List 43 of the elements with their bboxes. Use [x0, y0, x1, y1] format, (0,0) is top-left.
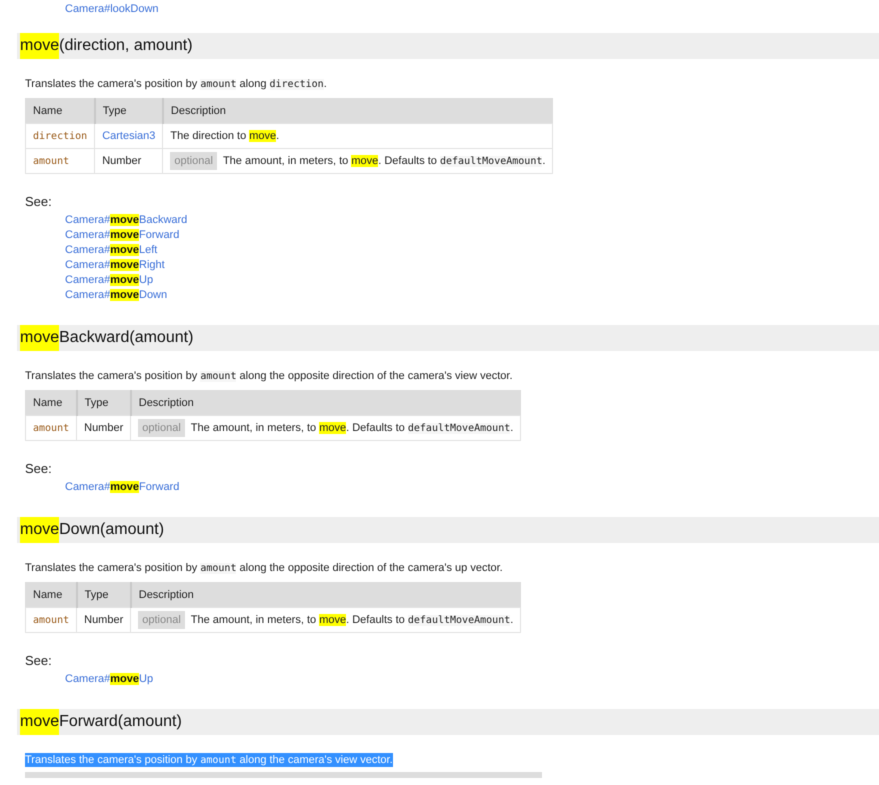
method-heading: moveForward(amount): [17, 709, 879, 735]
param-name: direction: [26, 124, 95, 148]
see-label: See:: [25, 653, 52, 668]
see-link[interactable]: Camera#moveUp: [65, 274, 154, 286]
param-name: amount: [26, 416, 77, 440]
param-type: Number: [84, 422, 124, 434]
method-description: Translates the camera's position by amount along the opposite direction of the camera's up vector.: [25, 561, 503, 575]
optional-badge: optional: [170, 152, 217, 170]
see-link[interactable]: Camera#moveDown: [65, 289, 168, 301]
param-name: amount: [26, 148, 95, 174]
see-link[interactable]: Camera#moveForward: [65, 229, 180, 241]
param-type: Number: [102, 155, 142, 167]
param-description: The amount, in meters, to move. Defaults to defaultMoveAmount.: [190, 422, 514, 434]
see-label: See:: [25, 194, 52, 209]
see-link[interactable]: Camera#moveBackward: [65, 214, 188, 226]
method-heading: moveDown(amount): [17, 517, 879, 543]
column-header: Description: [162, 98, 553, 124]
column-header: Name: [26, 390, 77, 416]
method-heading: move(direction, amount): [17, 33, 879, 59]
column-header: Description: [130, 582, 521, 608]
param-name: amount: [26, 608, 77, 632]
param-type: Number: [84, 614, 124, 626]
column-header: Name: [26, 98, 95, 124]
method-heading: moveBackward(amount): [17, 325, 879, 351]
column-header: Type: [76, 582, 131, 608]
column-header: Type: [94, 98, 163, 124]
see-link[interactable]: Camera#moveRight: [65, 259, 165, 271]
optional-badge: optional: [138, 611, 185, 629]
param-description: The amount, in meters, to move. Defaults to defaultMoveAmount.: [222, 155, 546, 167]
method-description: Translates the camera's position by amount along the camera's view vector.: [25, 753, 393, 767]
column-header: Description: [130, 390, 521, 416]
column-header: Name: [26, 582, 77, 608]
param-description: The direction to move.: [170, 130, 280, 142]
method-description: Translates the camera's position by amount along the opposite direction of the camera's view vector.: [25, 369, 512, 383]
see-link[interactable]: Camera#moveUp: [65, 673, 154, 685]
column-header: Type: [76, 390, 131, 416]
see-link[interactable]: Camera#moveLeft: [65, 244, 158, 256]
see-link[interactable]: Camera#moveForward: [65, 481, 180, 493]
optional-badge: optional: [138, 419, 185, 437]
see-link[interactable]: Camera#lookDown: [65, 3, 159, 15]
see-label: See:: [25, 461, 52, 476]
method-description: Translates the camera's position by amount along direction.: [25, 77, 327, 91]
param-description: The amount, in meters, to move. Defaults to defaultMoveAmount.: [190, 614, 514, 626]
